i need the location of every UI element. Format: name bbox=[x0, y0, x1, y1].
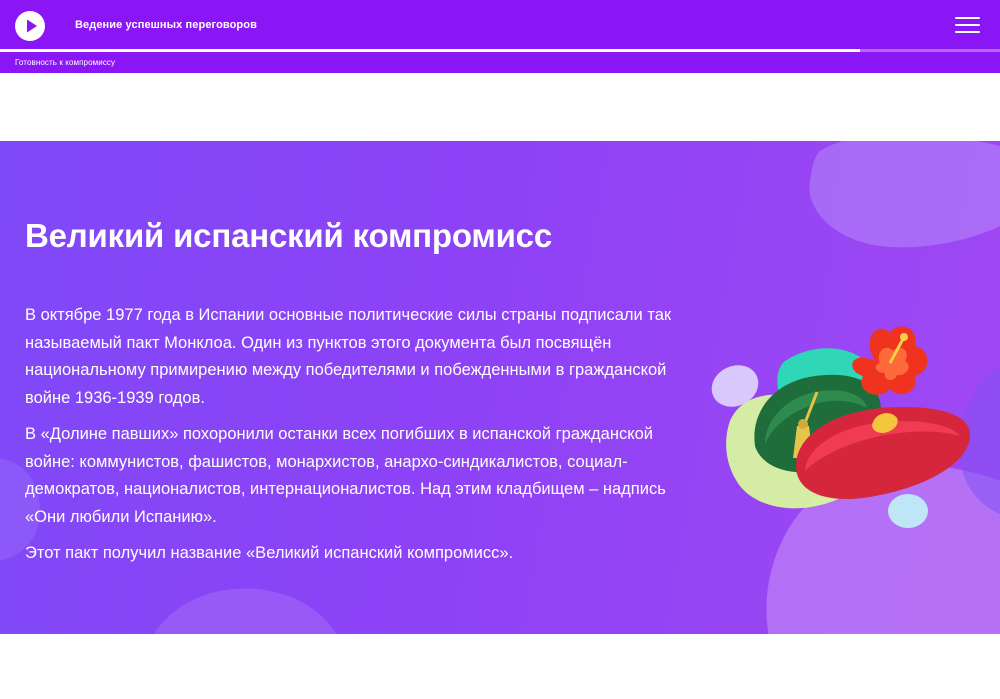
section-label: Готовность к компромиссу bbox=[15, 58, 116, 67]
hamburger-menu-icon bbox=[955, 17, 980, 19]
hamburger-menu-line bbox=[955, 31, 980, 33]
decorative-blob bbox=[809, 141, 1000, 248]
paragraph: В октябре 1977 года в Испании основные п… bbox=[25, 306, 672, 407]
article-text: В октябре 1977 года в Испании основные п… bbox=[25, 302, 705, 577]
play-button[interactable] bbox=[15, 11, 45, 41]
paragraph: В «Долине павших» похоронили останки все… bbox=[25, 425, 666, 526]
top-navigation-bar: Ведение успешных переговоров Готовность … bbox=[0, 0, 1000, 73]
content-block: Великий испанский компромисс В октябре 1… bbox=[0, 141, 1000, 634]
decorative-blob bbox=[154, 588, 337, 634]
berets-flower-illustration bbox=[711, 326, 971, 528]
page-title: Великий испанский компромисс bbox=[25, 217, 552, 254]
course-progress-fill bbox=[0, 49, 860, 52]
hamburger-menu-button[interactable] bbox=[955, 15, 981, 35]
paragraph: Этот пакт получил название «Великий испа… bbox=[25, 544, 514, 562]
play-icon bbox=[27, 19, 37, 33]
hamburger-menu-line bbox=[955, 24, 980, 26]
course-progress-bar bbox=[0, 49, 1000, 52]
course-title: Ведение успешных переговоров bbox=[75, 19, 257, 31]
